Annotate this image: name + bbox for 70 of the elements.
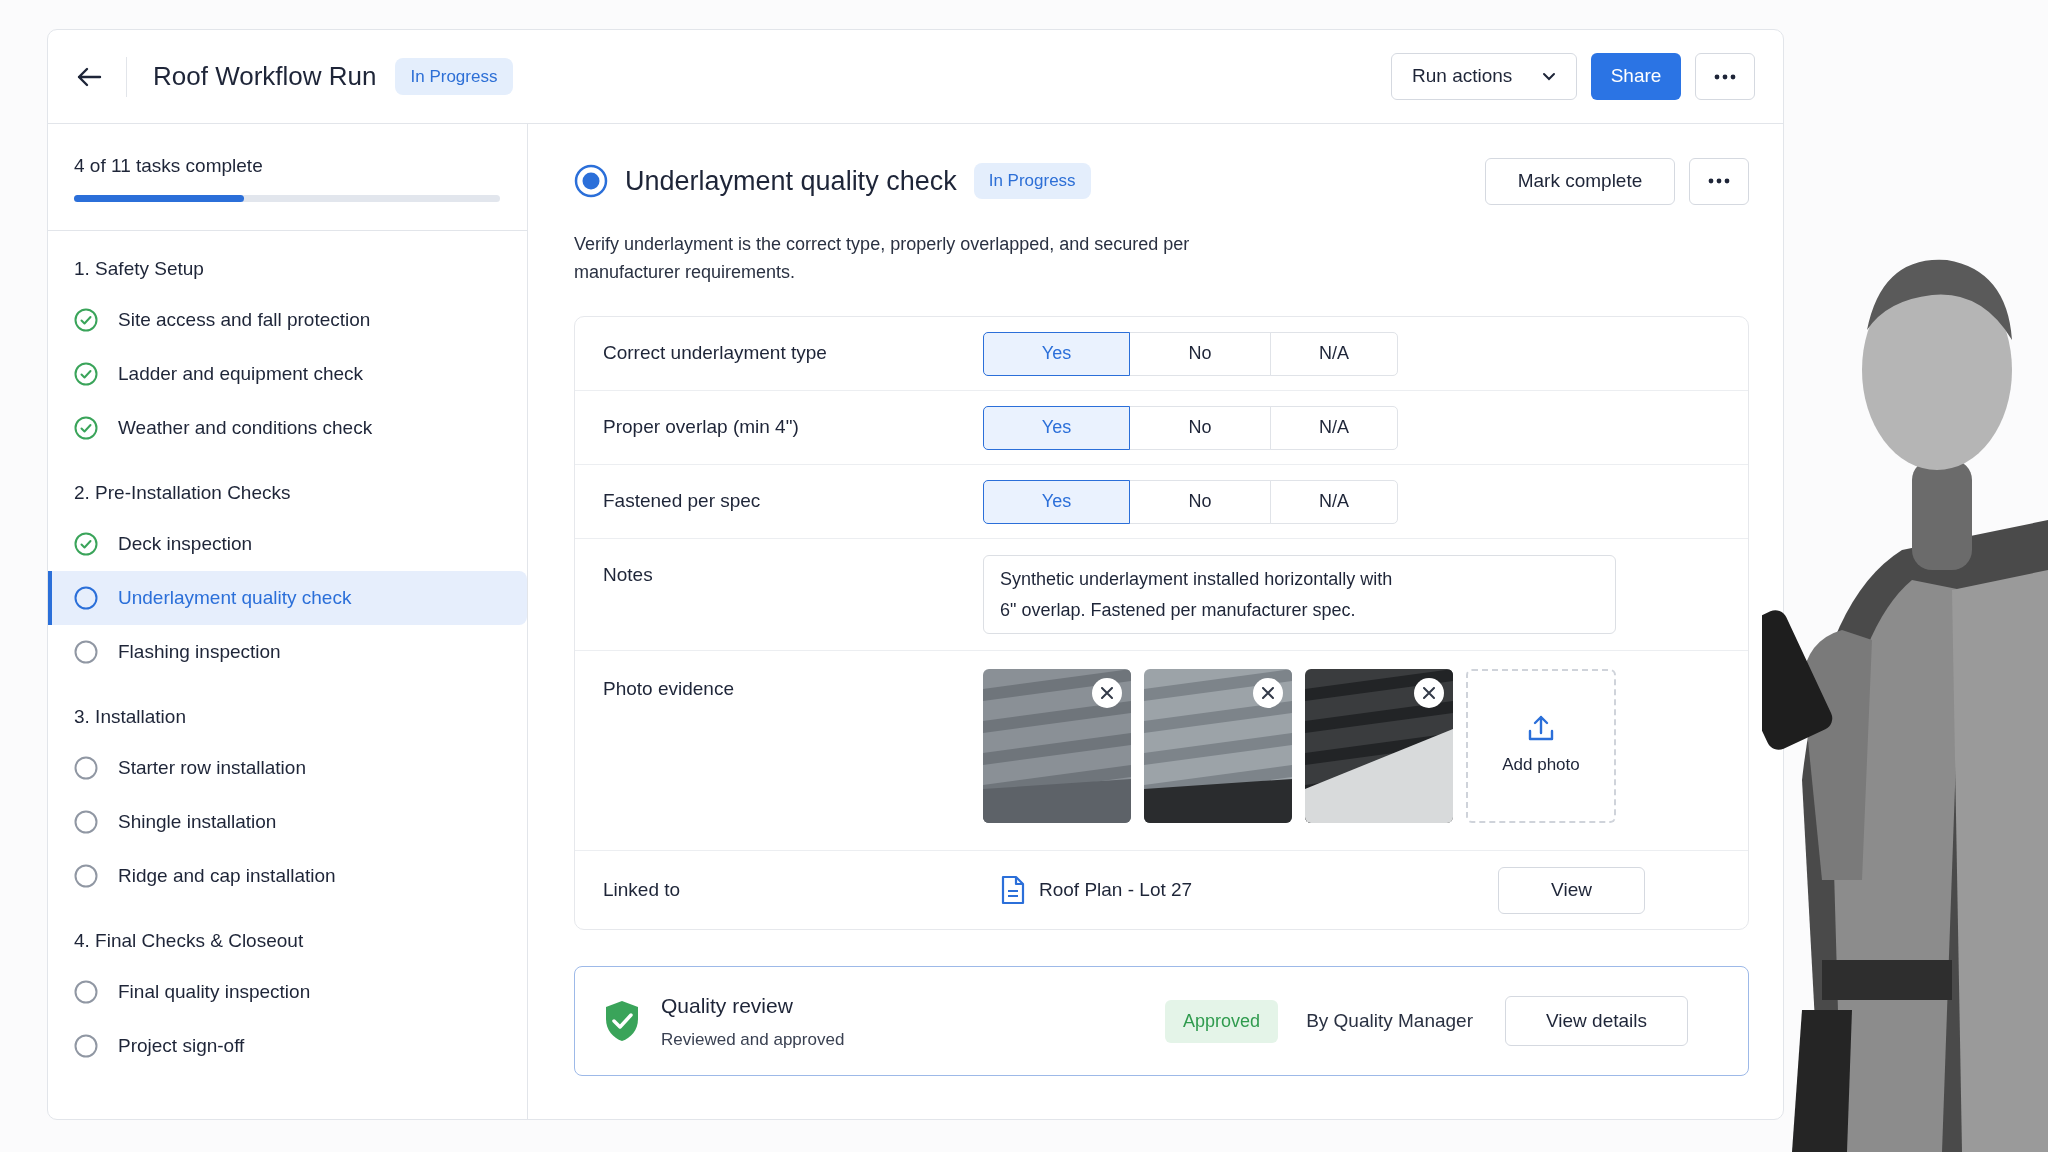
chevron-down-icon (1542, 72, 1556, 81)
document-link[interactable]: Roof Plan - Lot 27 (1039, 875, 1193, 905)
shield-check-icon (603, 999, 641, 1043)
task-title: Underlayment quality check (625, 164, 957, 198)
close-icon (1423, 687, 1435, 699)
check-circle-icon (74, 532, 98, 556)
option-button[interactable]: N/A (1270, 405, 1398, 450)
question-label: Correct underlayment type (603, 341, 828, 366)
option-button[interactable]: No (1129, 331, 1271, 376)
field-label: Linked to (603, 877, 682, 902)
task-item[interactable]: Ladder and equipment check (48, 347, 527, 401)
more-icon (1714, 73, 1736, 80)
review-subtitle: Reviewed and approved (661, 1029, 845, 1051)
option-button[interactable]: N/A (1270, 331, 1398, 376)
approved-badge: Approved (1165, 999, 1279, 1043)
check-circle-icon (74, 308, 98, 332)
radio-icon (574, 164, 608, 198)
field-label: Photo evidence (603, 677, 735, 701)
option-button[interactable]: No (1129, 405, 1271, 450)
close-icon (1262, 687, 1274, 699)
share-button[interactable]: Share (1591, 53, 1681, 100)
task-item[interactable]: Starter row installation (48, 741, 527, 795)
circle-icon (74, 810, 98, 834)
progress-text: 4 of 11 tasks complete (74, 154, 264, 178)
check-circle-icon (74, 416, 98, 440)
task-item[interactable]: Weather and conditions check (48, 401, 527, 455)
page-title: Roof Workflow Run (153, 60, 377, 93)
view-button[interactable]: View (1498, 866, 1645, 914)
more-icon (1708, 178, 1730, 184)
close-icon (1101, 687, 1113, 699)
question-label: Proper overlap (min 4") (603, 415, 800, 440)
circle-icon (74, 1034, 98, 1058)
reviewer-text: By Quality Manager (1306, 1008, 1473, 1033)
group-heading: 2. Pre-Installation Checks (73, 480, 292, 505)
circle-icon (74, 640, 98, 664)
task-item[interactable]: Deck inspection (48, 517, 527, 571)
question-label: Fastened per spec (603, 489, 762, 514)
circle-icon (74, 980, 98, 1004)
task-item[interactable]: Ridge and cap installation (48, 849, 527, 903)
task-item[interactable]: Project sign-off (48, 1019, 527, 1073)
status-badge: In Progress (973, 163, 1091, 199)
back-icon[interactable] (76, 65, 102, 88)
task-item[interactable]: Shingle installation (48, 795, 527, 849)
add-photo-button[interactable]: Add photo (1466, 669, 1616, 823)
status-badge: In Progress (394, 57, 514, 96)
task-item[interactable]: Site access and fall protection (48, 293, 527, 347)
circle-icon (74, 586, 98, 610)
circle-icon (74, 756, 98, 780)
circle-icon (74, 864, 98, 888)
run-actions-dropdown[interactable]: Run actions (1391, 53, 1577, 100)
option-button[interactable]: No (1129, 479, 1271, 524)
notes-field[interactable]: Synthetic underlayment installed horizontally with 6" overlap. Fastened per manufacturer spec. (983, 555, 1616, 634)
option-button[interactable]: N/A (1270, 479, 1398, 524)
option-button[interactable]: Yes (983, 331, 1130, 376)
option-button[interactable]: Yes (983, 405, 1130, 450)
group-heading: 1. Safety Setup (73, 256, 205, 281)
check-circle-icon (74, 362, 98, 386)
task-item[interactable]: Flashing inspection (48, 625, 527, 679)
upload-icon (1527, 714, 1555, 743)
field-label: Notes (603, 563, 654, 587)
task-item[interactable]: Underlayment quality check (48, 571, 527, 625)
task-item[interactable]: Final quality inspection (48, 965, 527, 1019)
task-description: Verify underlayment is the correct type, properly overlapped, and secured per manufacturer requirements. (574, 233, 1191, 284)
document-icon (1001, 875, 1025, 905)
option-button[interactable]: Yes (983, 479, 1130, 524)
group-heading: 4. Final Checks & Closeout (73, 928, 305, 953)
group-heading: 3. Installation (73, 704, 187, 729)
mark-complete-button[interactable]: Mark complete (1485, 157, 1675, 205)
review-title: Quality review (661, 992, 794, 1019)
view-details-button[interactable]: View details (1505, 996, 1688, 1046)
